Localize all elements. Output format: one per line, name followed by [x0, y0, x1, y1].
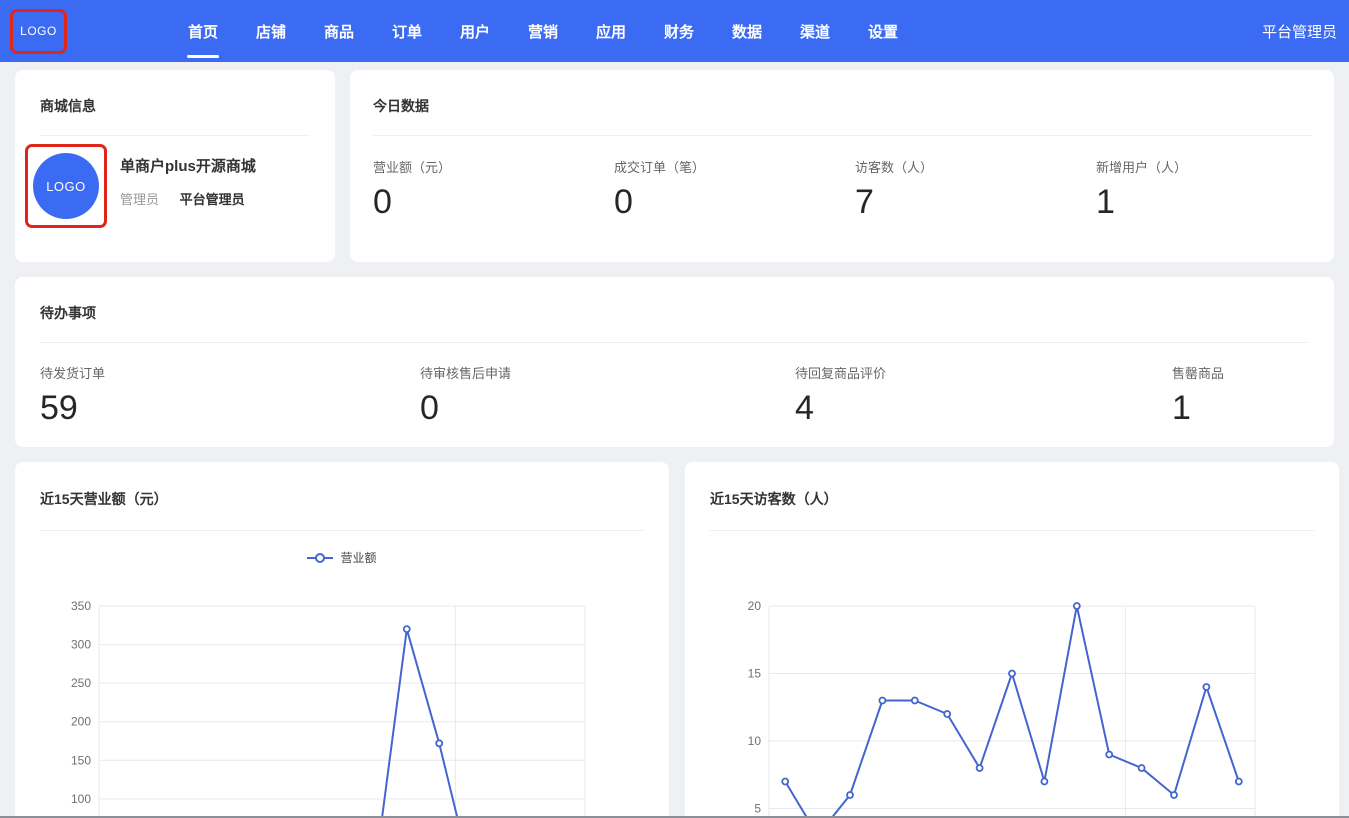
todo-stats-row: 待发货订单 59待审核售后申请 0待回复商品评价 4售罄商品 1 — [15, 343, 1334, 425]
nav-tab-首页[interactable]: 首页 — [187, 0, 219, 62]
nav-tab-订单[interactable]: 订单 — [391, 0, 423, 62]
nav-tab-渠道[interactable]: 渠道 — [799, 0, 831, 62]
svg-text:150: 150 — [71, 753, 91, 767]
mall-roles: 管理员 平台管理员 — [120, 189, 256, 208]
revenue-line-chart[interactable]: 350 300 250 200 150 100 — [15, 462, 669, 818]
nav-tab-设置[interactable]: 设置 — [867, 0, 899, 62]
nav-tab-应用[interactable]: 应用 — [595, 0, 627, 62]
today-stat-item: 成交订单（笔） 0 — [614, 157, 855, 219]
stat-label: 成交订单（笔） — [614, 157, 855, 176]
today-stat-item: 访客数（人） 7 — [855, 157, 1096, 219]
card-title-todo: 待办事项 — [15, 277, 1334, 323]
nav-tab-财务[interactable]: 财务 — [663, 0, 695, 62]
logo-text: LOGO — [20, 24, 57, 38]
nav-tab-数据[interactable]: 数据 — [731, 0, 763, 62]
todo-stat-item: 待审核售后申请 0 — [420, 363, 795, 425]
stat-label: 售罄商品 — [1172, 363, 1334, 382]
mall-name: 单商户plus开源商城 — [120, 155, 256, 176]
svg-text:5: 5 — [754, 802, 761, 816]
stat-label: 待发货订单 — [40, 363, 420, 382]
svg-text:250: 250 — [71, 676, 91, 690]
nav-tab-营销[interactable]: 营销 — [527, 0, 559, 62]
svg-text:20: 20 — [748, 599, 762, 613]
svg-text:100: 100 — [71, 792, 91, 806]
today-stat-item: 新增用户（人） 1 — [1096, 157, 1334, 219]
avatar-text: LOGO — [46, 179, 86, 194]
nav-tab-商品[interactable]: 商品 — [323, 0, 355, 62]
stat-label: 营业额（元） — [373, 157, 614, 176]
stat-label: 待审核售后申请 — [420, 363, 795, 382]
today-data-card: 今日数据 营业额（元）0成交订单（笔）0访客数（人）7新增用户（人）1 — [350, 70, 1334, 262]
card-title-mall-info: 商城信息 — [15, 70, 335, 116]
card-title-today-data: 今日数据 — [350, 70, 1334, 116]
stat-value: 0 — [614, 185, 855, 219]
svg-text:200: 200 — [71, 715, 91, 729]
mall-logo-avatar[interactable]: LOGO — [33, 153, 99, 219]
nav-tab-店铺[interactable]: 店铺 — [255, 0, 287, 62]
svg-text:10: 10 — [748, 734, 762, 748]
stat-value: 59 — [40, 391, 420, 425]
visitors-line-chart[interactable]: 20 15 10 5 — [685, 462, 1339, 818]
stat-value: 1 — [1172, 391, 1334, 425]
svg-text:300: 300 — [71, 638, 91, 652]
today-stat-item: 营业额（元） 0 — [373, 157, 614, 219]
stat-value: 0 — [420, 391, 795, 425]
logo[interactable]: LOGO — [10, 9, 67, 54]
main-nav: 首页店铺商品订单用户营销应用财务数据渠道设置 — [169, 0, 917, 62]
todo-stat-item: 售罄商品 1 — [1172, 363, 1334, 425]
nav-tab-用户[interactable]: 用户 — [459, 0, 491, 62]
stat-label: 访客数（人） — [855, 157, 1096, 176]
stat-label: 新增用户（人） — [1096, 157, 1334, 176]
todo-stat-item: 待发货订单 59 — [40, 363, 420, 425]
stat-value: 4 — [795, 391, 1172, 425]
today-stats-row: 营业额（元）0成交订单（笔）0访客数（人）7新增用户（人）1 — [350, 136, 1334, 219]
svg-text:15: 15 — [748, 667, 762, 681]
stat-value: 7 — [855, 185, 1096, 219]
stat-value: 1 — [1096, 185, 1334, 219]
role-value: 平台管理员 — [180, 192, 245, 207]
mall-info-card: 商城信息 LOGO 单商户plus开源商城 管理员 平台管理员 — [15, 70, 335, 262]
annotation-box: LOGO — [25, 144, 107, 228]
stat-value: 0 — [373, 185, 614, 219]
revenue-chart-card: 近15天营业额（元） 营业额 350300250200150100 — [15, 462, 669, 818]
svg-text:350: 350 — [71, 599, 91, 613]
admin-role-label[interactable]: 平台管理员 — [1262, 0, 1337, 62]
todo-card: 待办事项 待发货订单 59待审核售后申请 0待回复商品评价 4售罄商品 1 — [15, 277, 1334, 447]
role-label: 管理员 — [120, 192, 159, 207]
top-nav-bar: LOGO 首页店铺商品订单用户营销应用财务数据渠道设置 平台管理员 — [0, 0, 1349, 62]
visitors-chart-card: 近15天访客数（人） 2015105 — [685, 462, 1339, 818]
stat-label: 待回复商品评价 — [795, 363, 1172, 382]
todo-stat-item: 待回复商品评价 4 — [795, 363, 1172, 425]
